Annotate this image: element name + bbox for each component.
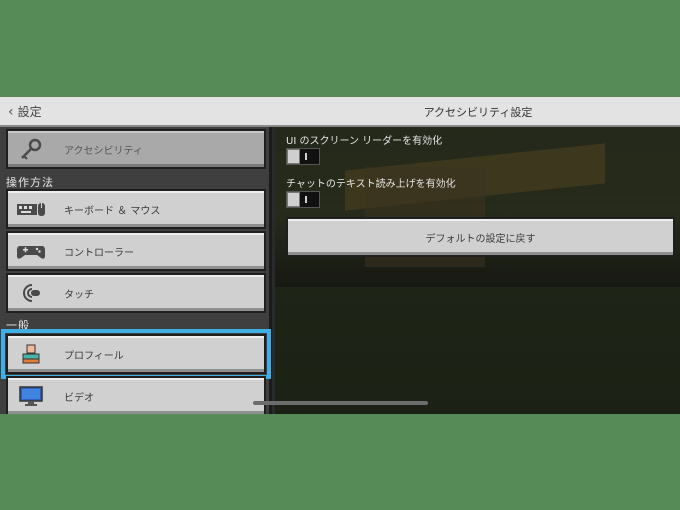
- ui-screen-reader-label: UI のスクリーン リーダーを有効化: [286, 136, 443, 147]
- settings-sidebar: アクセシビリティ 操作方法 キーボード ＆ マウス コントローラー タッチ 一般: [0, 127, 272, 414]
- sidebar-item-label: ビデオ: [64, 392, 94, 404]
- key-icon: [16, 137, 46, 161]
- toggle-knob: [287, 149, 300, 164]
- back-label: 設定: [17, 105, 42, 119]
- sidebar-item-profile[interactable]: プロフィール: [1, 329, 271, 379]
- back-button[interactable]: ‹ 設定: [8, 103, 42, 120]
- reset-defaults-button[interactable]: デフォルトの設定に戻す: [286, 217, 675, 257]
- accessibility-settings-panel: UI のスクリーン リーダーを有効化 チャットのテキスト読み上げを有効化 デフォ…: [275, 127, 680, 414]
- scroll-indicator: [253, 401, 428, 405]
- touch-icon: [16, 281, 46, 305]
- background-scene-ground: [275, 287, 680, 414]
- chat-tts-toggle[interactable]: [286, 191, 320, 208]
- sidebar-item-keyboard-mouse[interactable]: キーボード ＆ マウス: [6, 189, 266, 229]
- toggle-off-indicator: [305, 153, 307, 160]
- section-heading-controls: 操作方法: [6, 176, 54, 189]
- sidebar-item-label: アクセシビリティ: [64, 145, 143, 157]
- ui-screen-reader-toggle[interactable]: [286, 148, 320, 165]
- keyboard-mouse-icon: [16, 197, 46, 221]
- toggle-knob: [287, 192, 300, 207]
- toggle-off-indicator: [305, 196, 307, 203]
- sidebar-item-controller[interactable]: コントローラー: [6, 231, 266, 271]
- sidebar-item-video[interactable]: ビデオ: [6, 376, 266, 414]
- section-heading-general: 一般: [6, 319, 30, 332]
- chat-tts-label: チャットのテキスト読み上げを有効化: [286, 179, 456, 190]
- monitor-icon: [16, 384, 46, 408]
- game-screen: ‹ 設定 アクセシビリティ設定 アクセシビリティ 操作方法 キーボード ＆ マウ…: [0, 97, 680, 414]
- header-bar: ‹ 設定 アクセシビリティ設定: [0, 97, 680, 127]
- sidebar-item-accessibility[interactable]: アクセシビリティ: [6, 129, 266, 169]
- sidebar-item-label: キーボード ＆ マウス: [64, 205, 161, 217]
- controller-icon: [16, 239, 46, 263]
- sidebar-item-label: プロフィール: [64, 350, 124, 362]
- sidebar-item-label: コントローラー: [64, 247, 134, 259]
- profile-icon: [16, 342, 46, 366]
- chevron-left-icon: ‹: [8, 103, 14, 120]
- page-title: アクセシビリティ設定: [423, 106, 533, 119]
- sidebar-item-touch[interactable]: タッチ: [6, 273, 266, 313]
- sidebar-item-label: タッチ: [64, 289, 94, 301]
